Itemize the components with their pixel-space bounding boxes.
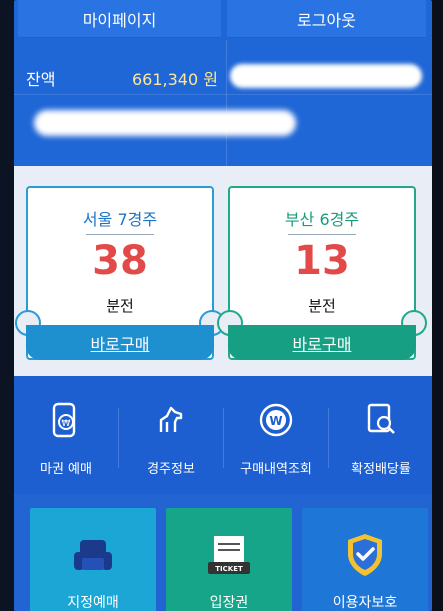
menu-label: 경주정보 <box>147 462 195 477</box>
minutes-left: 38 <box>92 238 148 284</box>
buy-now-button[interactable]: 바로구매 <box>26 325 214 360</box>
race-card-busan[interactable]: 부산 6경주 13 분전 바로구매 <box>217 186 427 360</box>
shield-check-icon <box>348 534 382 576</box>
menu-item-betting[interactable]: ₩ 마권 예매 <box>14 376 118 494</box>
minutes-left: 13 <box>294 238 350 284</box>
won-coin-icon: W <box>259 403 293 437</box>
buy-now-button[interactable]: 바로구매 <box>228 325 416 360</box>
mypage-button[interactable]: 마이페이지 <box>18 0 221 38</box>
app-screen: 마이페이지 로그아웃 잔액 661,340 원 서울 7경주 38 분전 바로구… <box>14 0 432 611</box>
balance-label: 잔액 <box>26 70 56 89</box>
mobile-ticket-icon: ₩ <box>52 402 76 438</box>
tile-label: 이용자보호 <box>332 595 398 611</box>
menu-item-purchase-history[interactable]: W 구매내역조회 <box>224 376 328 494</box>
divider <box>288 234 356 235</box>
balance-value: 661,340 원 <box>132 70 218 89</box>
divider <box>86 234 154 235</box>
tile-admission-ticket[interactable]: TICKET 입장권 <box>166 508 292 611</box>
menu-label: 구매내역조회 <box>240 462 312 477</box>
tile-reserved-seat[interactable]: 지정예매 <box>30 508 156 611</box>
race-card-seoul[interactable]: 서울 7경주 38 분전 바로구매 <box>15 186 225 360</box>
tile-label: 지정예매 <box>67 595 119 611</box>
feature-tiles: 지정예매 TICKET 입장권 이용자보호 <box>14 494 432 611</box>
race-venue: 서울 7경주 <box>82 210 158 229</box>
redacted-info <box>230 64 422 88</box>
minutes-unit: 분전 <box>308 297 336 315</box>
svg-text:W: W <box>269 414 282 428</box>
document-search-icon <box>367 403 395 434</box>
race-venue: 부산 6경주 <box>284 210 360 229</box>
quick-menu: ₩ 마권 예매 경주정보 W 구매내역조회 확정배당률 <box>14 376 432 494</box>
redacted-info <box>34 110 296 136</box>
logout-button[interactable]: 로그아웃 <box>227 0 426 38</box>
divider <box>14 94 432 95</box>
tile-label: 입장권 <box>209 595 249 611</box>
device-bezel-right <box>432 0 443 611</box>
svg-text:TICKET: TICKET <box>215 565 243 573</box>
race-panel: 서울 7경주 38 분전 바로구매 부산 6경주 13 분전 바로구매 <box>14 166 432 376</box>
armchair-icon <box>74 540 112 570</box>
minutes-unit: 분전 <box>106 297 134 315</box>
device-bezel-left <box>0 0 14 611</box>
menu-item-race-info[interactable]: 경주정보 <box>119 376 223 494</box>
horse-icon <box>159 406 183 432</box>
menu-label: 마권 예매 <box>40 462 92 477</box>
menu-item-confirmed-odds[interactable]: 확정배당률 <box>329 376 432 494</box>
svg-text:₩: ₩ <box>62 419 71 429</box>
tile-user-protection[interactable]: 이용자보호 <box>302 508 428 611</box>
top-nav: 마이페이지 로그아웃 <box>14 0 432 40</box>
menu-label: 확정배당률 <box>351 462 411 477</box>
ticket-icon: TICKET <box>208 536 250 574</box>
